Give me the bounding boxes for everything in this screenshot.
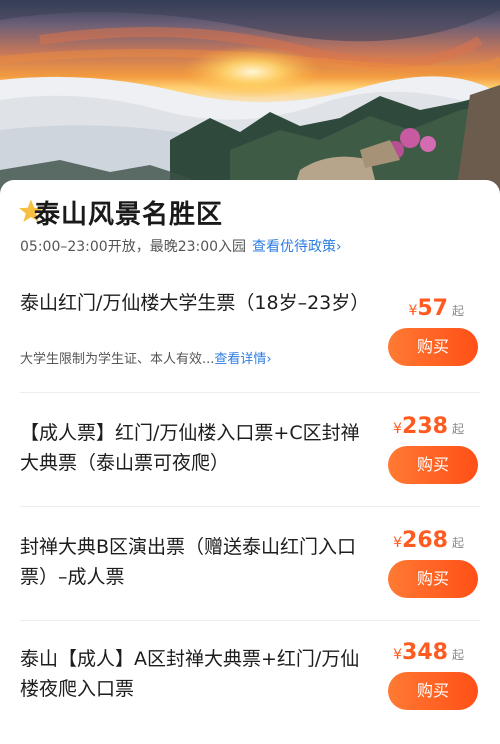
ticket-item[interactable]: 泰山红门/万仙楼大学生票（18岁–23岁） 大学生限制为学生证、本人有效...查… bbox=[0, 280, 500, 390]
ticket-name: 【成人票】红门/万仙楼入口票+C区封禅大典票（泰山票可夜爬） bbox=[20, 422, 360, 474]
hero-photo bbox=[0, 0, 500, 200]
price-suffix: 起 bbox=[451, 648, 464, 662]
view-policy-link-label: 查看优待政策 bbox=[252, 239, 337, 255]
currency-symbol: ¥ bbox=[393, 535, 403, 551]
chevron-right-icon: › bbox=[266, 352, 272, 367]
sunrise-landscape-image bbox=[0, 0, 500, 200]
currency-symbol: ¥ bbox=[393, 647, 403, 663]
opening-hours: 05:00–23:00开放，最晚23:00入园 bbox=[20, 239, 247, 255]
ticket-price: ¥268 起 bbox=[393, 528, 464, 553]
currency-symbol: ¥ bbox=[393, 421, 403, 437]
opening-hours-row: 05:00–23:00开放，最晚23:00入园 查看优待政策› bbox=[20, 236, 342, 256]
ticket-price: ¥57 起 bbox=[408, 296, 464, 321]
price-suffix: 起 bbox=[451, 536, 464, 550]
ticket-name: 泰山【成人】A区封禅大典票+红门/万仙楼夜爬入口票 bbox=[20, 648, 360, 700]
buy-button[interactable]: 购买 bbox=[388, 672, 478, 710]
ticket-note-row: 大学生限制为学生证、本人有效...查看详情› bbox=[20, 348, 272, 367]
divider bbox=[20, 506, 480, 507]
divider bbox=[20, 392, 480, 393]
price-suffix: 起 bbox=[451, 304, 464, 318]
ticket-note: 大学生限制为学生证、本人有效... bbox=[20, 352, 215, 367]
ticket-price: ¥348 起 bbox=[393, 640, 464, 665]
page-title: 泰山风景名胜区 bbox=[34, 200, 224, 230]
price-amount: 238 bbox=[402, 414, 448, 439]
view-details-link-label: 查看详情 bbox=[214, 352, 267, 367]
price-amount: 268 bbox=[402, 528, 448, 553]
scenic-card: 泰山风景名胜区 05:00–23:00开放，最晚23:00入园 查看优待政策› 泰… bbox=[0, 180, 500, 744]
ticket-item[interactable]: 【成人票】红门/万仙楼入口票+C区封禅大典票（泰山票可夜爬） ¥238 起 购买 bbox=[0, 394, 500, 506]
price-suffix: 起 bbox=[451, 422, 464, 436]
chevron-right-icon: › bbox=[336, 239, 342, 255]
buy-button[interactable]: 购买 bbox=[388, 560, 478, 598]
ticket-item[interactable]: 封禅大典B区演出票（赠送泰山红门入口票）–成人票 ¥268 起 购买 bbox=[0, 508, 500, 620]
ticket-price: ¥238 起 bbox=[393, 414, 464, 439]
price-amount: 348 bbox=[402, 640, 448, 665]
buy-button[interactable]: 购买 bbox=[388, 446, 478, 484]
ticket-name: 泰山红门/万仙楼大学生票（18岁–23岁） bbox=[20, 292, 370, 314]
view-details-link[interactable]: 查看详情› bbox=[214, 352, 271, 367]
ticket-item[interactable]: 泰山【成人】A区封禅大典票+红门/万仙楼夜爬入口票 ¥348 起 购买 bbox=[0, 622, 500, 734]
price-amount: 57 bbox=[417, 296, 448, 321]
view-policy-link[interactable]: 查看优待政策› bbox=[252, 239, 342, 255]
divider bbox=[20, 620, 480, 621]
ticket-name: 封禅大典B区演出票（赠送泰山红门入口票）–成人票 bbox=[20, 536, 357, 588]
buy-button[interactable]: 购买 bbox=[388, 328, 478, 366]
